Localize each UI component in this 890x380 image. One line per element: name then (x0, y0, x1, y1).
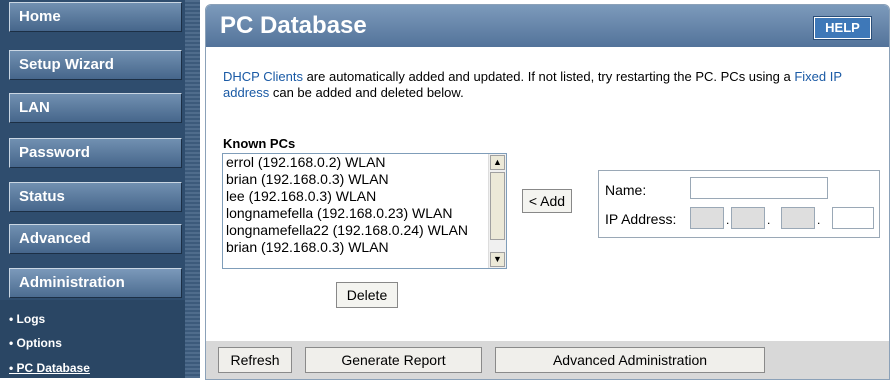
dhcp-clients-link[interactable]: DHCP Clients (223, 69, 303, 84)
list-item[interactable]: errol (192.168.0.2) WLAN (223, 154, 506, 171)
known-pcs-label: Known PCs (223, 136, 296, 151)
submenu-item-pc-database[interactable]: • PC Database (9, 361, 90, 375)
intro-text-1: are automatically added and updated. If … (302, 69, 795, 84)
list-item[interactable]: brian (192.168.0.3) WLAN (223, 239, 506, 256)
submenu-item-logs[interactable]: • Logs (9, 312, 45, 326)
sidebar-item-password[interactable]: Password (9, 138, 182, 168)
ip-octet-3-field[interactable] (781, 207, 815, 229)
list-item[interactable]: longnamefella22 (192.168.0.24) WLAN (223, 222, 506, 239)
sidebar-item-status[interactable]: Status (9, 182, 182, 212)
administration-submenu: • Logs • Options • PC Database (0, 300, 200, 378)
advanced-administration-button[interactable]: Advanced Administration (495, 347, 765, 373)
add-button[interactable]: < Add (522, 189, 572, 213)
ip-octet-4-field[interactable] (832, 207, 874, 229)
delete-button[interactable]: Delete (336, 282, 398, 308)
sidebar-item-lan[interactable]: LAN (9, 93, 182, 123)
scroll-down-arrow-icon[interactable]: ▼ (490, 252, 505, 267)
name-field[interactable] (690, 177, 828, 199)
sidebar-nav: Home Setup Wizard LAN Password Status Ad… (0, 0, 200, 378)
ip-octet-2-field[interactable] (731, 207, 765, 229)
intro-text-2: can be added and deleted below. (269, 85, 464, 100)
list-item[interactable]: brian (192.168.0.3) WLAN (223, 171, 506, 188)
name-label: Name: (605, 182, 647, 198)
sidebar-item-setup-wizard[interactable]: Setup Wizard (9, 50, 182, 80)
ip-dot: . (767, 213, 771, 227)
page-title: PC Database (220, 12, 367, 39)
refresh-button[interactable]: Refresh (218, 347, 292, 373)
ip-dot: . (726, 213, 730, 227)
intro-text: DHCP Clients are automatically added and… (223, 69, 863, 101)
sidebar-divider (185, 0, 200, 378)
submenu-item-options[interactable]: • Options (9, 336, 62, 350)
sidebar-item-home[interactable]: Home (9, 2, 182, 32)
action-bar: Refresh Generate Report Advanced Adminis… (206, 341, 889, 379)
scrollbar-thumb[interactable] (490, 172, 505, 240)
list-item[interactable]: longnamefella (192.168.0.23) WLAN (223, 205, 506, 222)
ip-dot: . (817, 213, 821, 227)
pc-entry-form: Name: IP Address: . . . (598, 170, 880, 238)
page-header: PC Database HELP (206, 5, 889, 47)
help-button[interactable]: HELP (813, 16, 872, 40)
sidebar-item-administration[interactable]: Administration (9, 268, 182, 298)
ip-octet-1-field[interactable] (690, 207, 724, 229)
listbox-scrollbar[interactable]: ▲ ▼ (488, 154, 506, 268)
list-item[interactable]: lee (192.168.0.3) WLAN (223, 188, 506, 205)
ip-address-label: IP Address: (605, 211, 677, 227)
known-pcs-listbox[interactable]: errol (192.168.0.2) WLAN brian (192.168.… (222, 153, 507, 269)
sidebar-item-advanced[interactable]: Advanced (9, 224, 182, 254)
scroll-up-arrow-icon[interactable]: ▲ (490, 155, 505, 170)
main-panel: PC Database HELP DHCP Clients are automa… (205, 4, 890, 380)
generate-report-button[interactable]: Generate Report (305, 347, 482, 373)
